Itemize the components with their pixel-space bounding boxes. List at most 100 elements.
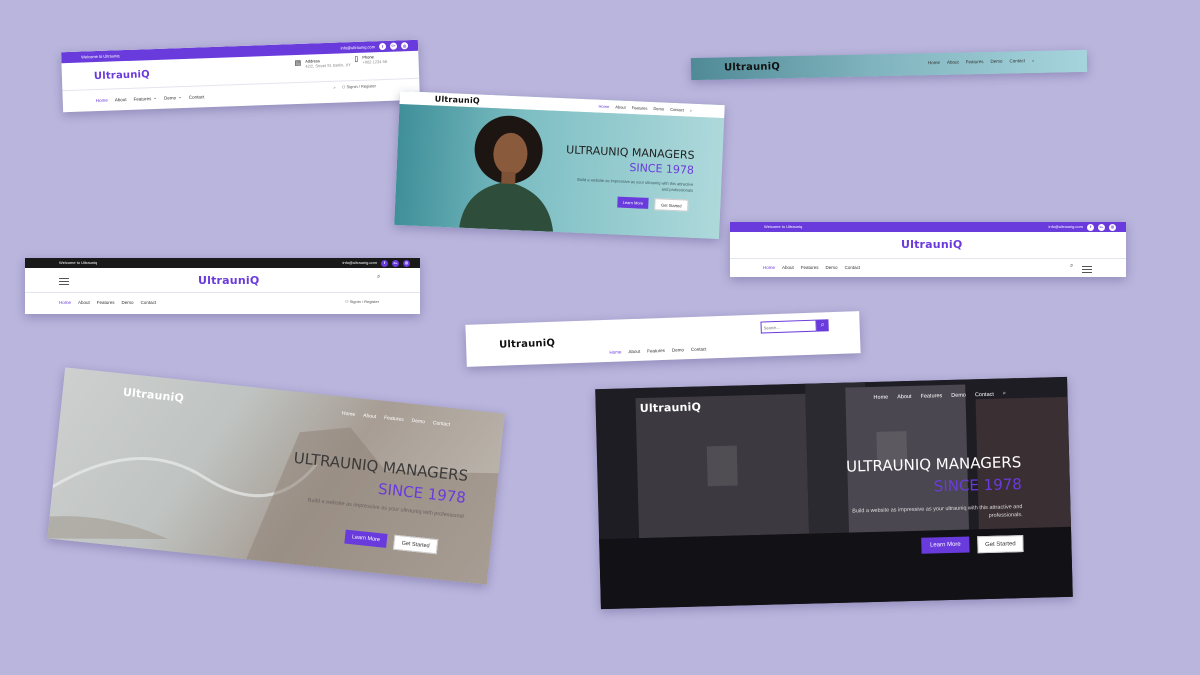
nav-contact[interactable]: Contact <box>845 265 861 270</box>
nav-about[interactable]: About <box>628 349 640 354</box>
main-nav: Home About Features Demo Contact <box>763 265 860 270</box>
search-icon[interactable]: ⌕ <box>1070 263 1073 270</box>
nav-contact[interactable]: Contact <box>691 346 707 352</box>
googleplus-icon[interactable]: G+ <box>392 259 399 267</box>
email-link[interactable]: info@ultraunig.com <box>340 41 375 53</box>
main-nav: Home About Features Demo Contact <box>609 346 706 354</box>
user-icon: ⚇ <box>345 299 349 304</box>
logo[interactable]: UltrauniQ <box>640 400 702 415</box>
nav-about[interactable]: About <box>78 300 90 305</box>
nav-features[interactable]: Features <box>966 59 984 64</box>
main-nav: Home About Features Demo Contact ⌕ <box>598 104 692 113</box>
header-variant-2: UltrauniQ Home About Features Demo Conta… <box>690 49 1088 81</box>
logo[interactable]: UltrauniQ <box>901 238 962 251</box>
instagram-icon[interactable]: ◎ <box>400 42 409 50</box>
nav-contact[interactable]: Contact <box>1009 58 1025 63</box>
nav-home[interactable]: Home <box>342 411 356 418</box>
address-block: ▤ Address 42/2, Street St. Berlin, XY <box>294 57 350 69</box>
nav-home[interactable]: Home <box>598 104 609 109</box>
search-icon[interactable]: ⌕ <box>1032 58 1035 63</box>
phone-block: ▯ Phone +002 1234 56 <box>354 54 387 65</box>
facebook-icon[interactable]: f <box>378 42 387 51</box>
nav-home[interactable]: Home <box>873 394 888 400</box>
hamburger-menu-icon[interactable] <box>59 276 69 287</box>
nav-about[interactable]: About <box>947 60 959 65</box>
nav-demo[interactable]: Demo <box>411 418 425 425</box>
nav-demo[interactable]: Demo <box>164 95 176 100</box>
nav-demo[interactable]: Demo <box>990 59 1002 64</box>
nav-home[interactable]: Home <box>763 265 775 270</box>
googleplus-icon[interactable]: G+ <box>389 42 398 50</box>
nav-home[interactable]: Home <box>59 300 71 305</box>
learn-more-button[interactable]: Learn More <box>921 536 970 554</box>
instagram-icon[interactable]: ◎ <box>403 259 410 267</box>
nav-contact[interactable]: Contact <box>670 107 684 113</box>
nav-home[interactable]: Home <box>96 97 108 102</box>
chevron-down-icon: ⌄ <box>153 94 158 101</box>
logo[interactable]: UltrauniQ <box>94 69 150 82</box>
nav-demo[interactable]: Demo <box>672 347 684 352</box>
map-icon: ▤ <box>294 59 302 68</box>
email-link[interactable]: info@ultraunig.com <box>342 258 377 268</box>
nav-contact[interactable]: Contact <box>141 300 157 305</box>
search-input[interactable] <box>760 319 817 334</box>
nav-about[interactable]: About <box>115 96 127 101</box>
nav-contact[interactable]: Contact <box>189 94 205 100</box>
nav-home[interactable]: Home <box>609 349 621 354</box>
googleplus-icon[interactable]: G+ <box>1098 223 1105 231</box>
learn-more-button[interactable]: Learn More <box>617 196 649 209</box>
hero-variant-city: UltrauniQ Home About Features Demo Conta… <box>595 376 1073 610</box>
main-nav: Home About Features ⌄ Demo ⌄ Contact <box>96 93 205 103</box>
topbar: Welcome to Ultrauniq info@ultraunig.com … <box>730 222 1126 232</box>
nav-features[interactable]: Features <box>801 265 819 270</box>
hamburger-menu-icon[interactable] <box>1082 264 1092 275</box>
topbar: Welcome to Ultrauniq info@ultraunig.com … <box>25 258 420 268</box>
nav-features[interactable]: Features <box>920 393 942 400</box>
login-link[interactable]: ⌕ ⚇ Signin / Register <box>333 83 376 89</box>
welcome-text: Welcome to Ultrauniq <box>81 53 120 60</box>
search-icon[interactable]: ⌕ <box>690 108 692 113</box>
instagram-icon[interactable]: ◎ <box>1109 223 1116 231</box>
logo[interactable]: UltrauniQ <box>724 61 780 73</box>
nav-home[interactable]: Home <box>928 60 940 65</box>
welcome-text: Welcome to Ultrauniq <box>764 224 803 229</box>
nav-about[interactable]: About <box>897 393 912 399</box>
nav-about[interactable]: About <box>782 265 794 270</box>
phone-value: +002 1234 56 <box>362 58 388 65</box>
logo[interactable]: UltrauniQ <box>198 274 259 287</box>
get-started-button[interactable]: Get Started <box>977 535 1024 554</box>
nav-about[interactable]: About <box>363 413 377 420</box>
search-button[interactable]: ⌕ <box>816 319 829 332</box>
hero-variant-mountain: UltrauniQ Home About Features Demo Conta… <box>47 367 505 585</box>
hero-since: SINCE 1978 <box>933 475 1023 496</box>
logo[interactable]: UltrauniQ <box>435 95 480 106</box>
login-link[interactable]: ⚇ Signin / Register <box>345 299 379 304</box>
get-started-button[interactable]: Get Started <box>654 198 689 212</box>
nav-features[interactable]: Features <box>647 348 665 354</box>
email-link[interactable]: info@ultraunig.com <box>1048 222 1083 232</box>
search-icon[interactable]: ⌕ <box>333 85 335 90</box>
search-icon[interactable]: ⌕ <box>1003 390 1006 397</box>
header-variant-3: Welcome to Ultrauniq info@ultraunig.com … <box>730 222 1126 277</box>
logo[interactable]: UltrauniQ <box>499 338 555 351</box>
nav-demo[interactable]: Demo <box>653 106 664 111</box>
welcome-text: Welcome to Ultrauniq <box>59 260 98 265</box>
nav-demo[interactable]: Demo <box>951 392 966 398</box>
nav-demo[interactable]: Demo <box>826 265 838 270</box>
facebook-icon[interactable]: f <box>381 259 388 267</box>
login-text[interactable]: Signin / Register <box>346 83 376 89</box>
login-text[interactable]: Signin / Register <box>350 299 379 304</box>
header-variant-5: UltrauniQ ⌕ Home About Features Demo Con… <box>465 311 861 367</box>
facebook-icon[interactable]: f <box>1087 223 1094 231</box>
nav-demo[interactable]: Demo <box>122 300 134 305</box>
mobile-icon: ▯ <box>354 55 359 64</box>
nav-features[interactable]: Features <box>632 105 648 111</box>
search-form: ⌕ <box>760 319 829 334</box>
nav-contact[interactable]: Contact <box>975 391 994 397</box>
hero-variant-teal: UltrauniQ Home About Features Demo Conta… <box>394 90 725 240</box>
header-variant-4: Welcome to Ultrauniq info@ultraunig.com … <box>25 258 420 314</box>
search-icon[interactable]: ⌕ <box>377 274 380 281</box>
nav-features[interactable]: Features <box>133 96 151 102</box>
nav-about[interactable]: About <box>615 104 626 109</box>
nav-features[interactable]: Features <box>97 300 115 305</box>
